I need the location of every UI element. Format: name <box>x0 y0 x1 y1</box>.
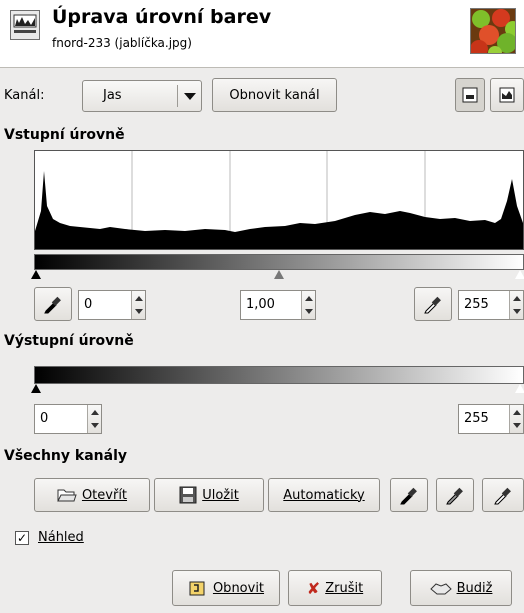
combo-separator <box>177 85 178 107</box>
eyedropper-black-icon <box>44 296 61 314</box>
reset-channel-button[interactable]: Obnovit kanál <box>212 78 337 112</box>
input-low-spinner[interactable]: 0 <box>78 290 146 320</box>
image-thumbnail <box>470 8 516 54</box>
eyedropper-black-icon <box>400 487 417 505</box>
reset-channel-label: Obnovit kanál <box>229 87 320 103</box>
spinner-arrows[interactable] <box>509 291 523 319</box>
folder-icon <box>57 489 77 502</box>
eyedropper-gray-icon <box>446 487 463 505</box>
save-label: Uložit <box>202 487 239 503</box>
reset-label: Obnovit <box>212 580 265 596</box>
reset-icon <box>189 581 205 596</box>
output-low-spinner[interactable]: 0 <box>34 404 102 434</box>
close-icon: ✘ <box>306 578 321 598</box>
save-button[interactable]: Uložit <box>154 478 264 512</box>
levels-icon <box>10 10 40 40</box>
chevron-down-icon <box>184 93 196 100</box>
pick-black-point-button[interactable] <box>34 287 72 321</box>
output-black-handle[interactable] <box>31 384 41 393</box>
histogram <box>34 150 524 250</box>
input-white-handle[interactable] <box>515 270 524 279</box>
log-histogram-icon <box>499 87 515 103</box>
preview-checkbox[interactable]: ✓ <box>15 531 29 545</box>
channel-dropdown[interactable]: Jas <box>82 80 202 112</box>
dialog-title: Úprava úrovní barev <box>52 6 272 28</box>
output-gradient-bar <box>34 366 524 384</box>
output-high-spinner[interactable]: 255 <box>458 404 524 434</box>
output-low-value: 0 <box>40 411 49 426</box>
open-button[interactable]: Otevřít <box>34 478 150 512</box>
input-black-handle[interactable] <box>31 270 41 279</box>
input-high-value: 255 <box>464 297 489 312</box>
floppy-disk-icon <box>179 486 197 504</box>
pick-white-all-button[interactable] <box>482 478 524 512</box>
preview-label: Náhled <box>38 530 84 545</box>
linear-histogram-icon <box>462 87 478 103</box>
eyedropper-white-icon <box>424 296 441 314</box>
pick-gray-all-button[interactable] <box>436 478 474 512</box>
ok-label: Budiž <box>456 580 493 596</box>
output-levels-heading: Výstupní úrovně <box>4 333 134 349</box>
pick-white-point-button[interactable] <box>414 287 452 321</box>
eyedropper-white-icon <box>494 487 511 505</box>
linear-histogram-toggle[interactable] <box>455 78 485 112</box>
input-levels-heading: Vstupní úrovně <box>4 127 125 143</box>
reset-button[interactable]: Obnovit <box>172 570 280 606</box>
channel-label: Kanál: <box>4 88 45 103</box>
input-low-value: 0 <box>84 297 93 312</box>
handshake-icon <box>429 583 452 595</box>
auto-button[interactable]: Automaticky <box>268 478 380 512</box>
spinner-arrows[interactable] <box>87 405 101 433</box>
auto-label: Automaticky <box>283 487 365 503</box>
input-gamma-spinner[interactable]: 1,00 <box>240 290 316 320</box>
input-gamma-handle[interactable] <box>274 270 284 279</box>
spinner-arrows[interactable] <box>131 291 145 319</box>
input-gradient-bar <box>34 254 524 270</box>
dialog-subtitle: fnord-233 (jablíčka.jpg) <box>52 36 192 50</box>
channel-value: Jas <box>103 88 122 103</box>
ok-button[interactable]: Budiž <box>410 570 512 606</box>
log-histogram-toggle[interactable] <box>490 78 524 112</box>
output-white-handle[interactable] <box>515 384 524 393</box>
open-label: Otevřít <box>81 487 128 503</box>
pick-black-all-button[interactable] <box>390 478 428 512</box>
spinner-arrows[interactable] <box>301 291 315 319</box>
cancel-label: Zrušit <box>325 580 364 596</box>
all-channels-heading: Všechny kanály <box>4 448 127 464</box>
cancel-button[interactable]: ✘ Zrušit <box>288 570 382 606</box>
input-gamma-value: 1,00 <box>246 297 275 312</box>
spinner-arrows[interactable] <box>509 405 523 433</box>
input-high-spinner[interactable]: 255 <box>458 290 524 320</box>
output-high-value: 255 <box>464 411 489 426</box>
